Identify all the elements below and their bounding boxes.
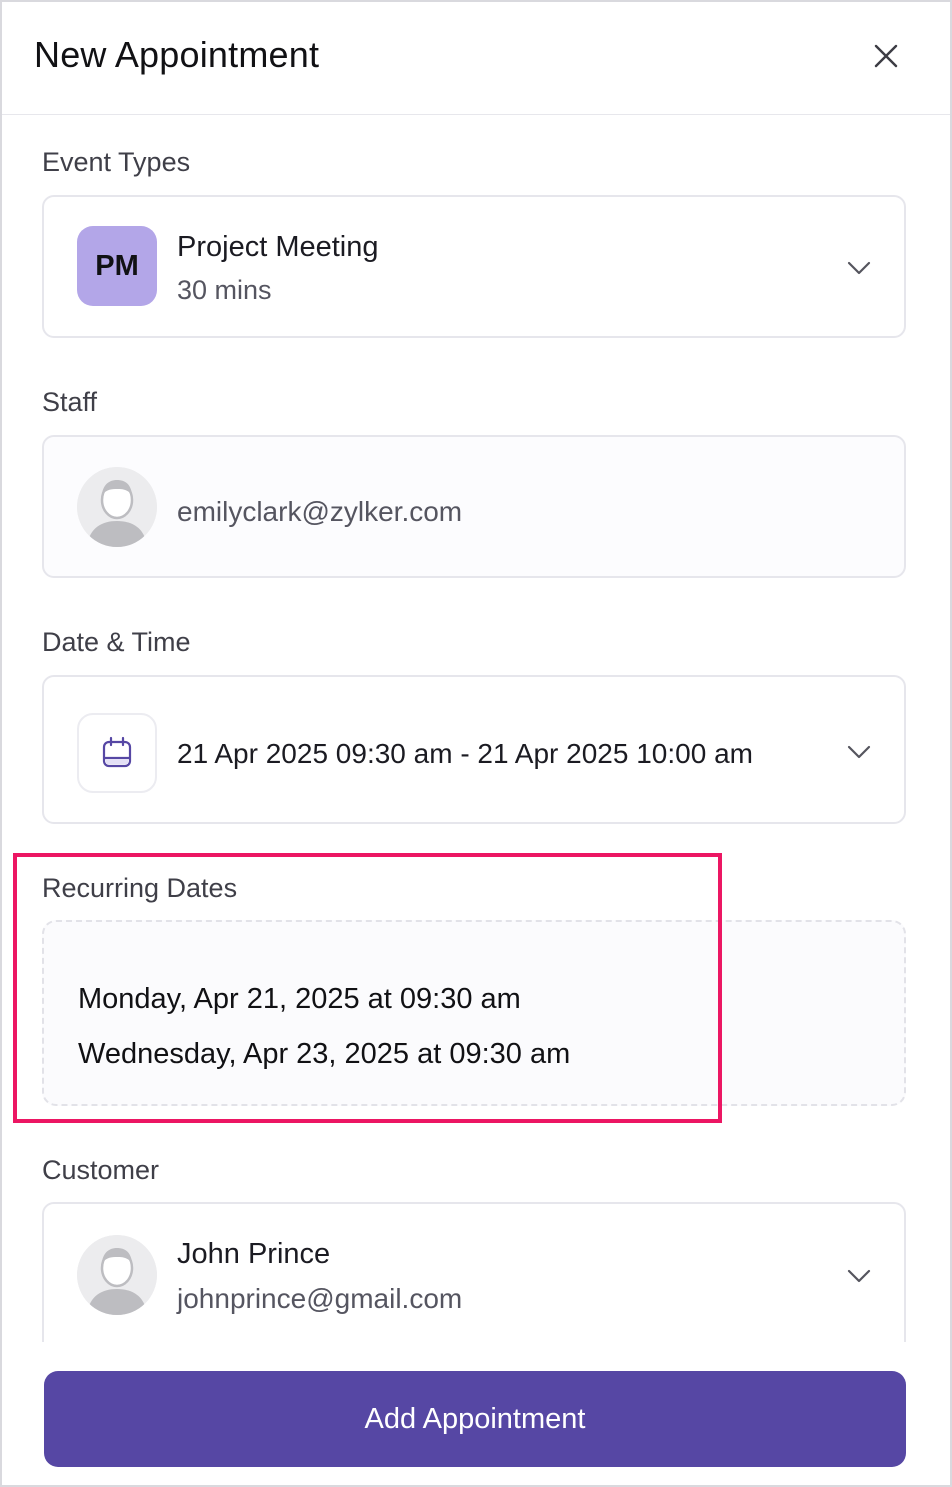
user-avatar-icon xyxy=(77,467,157,547)
recurring-dates-label: Recurring Dates xyxy=(42,873,238,903)
panel-header: New Appointment xyxy=(2,2,950,115)
new-appointment-panel: New Appointment Event Types PM Project M… xyxy=(0,0,952,1487)
event-type-dropdown-toggle[interactable] xyxy=(844,253,874,283)
recurring-date-item: Monday, Apr 21, 2025 at 09:30 am xyxy=(78,983,521,1015)
event-types-label: Event Types xyxy=(42,147,191,177)
date-time-select[interactable]: 21 Apr 2025 09:30 am - 21 Apr 2025 10:00… xyxy=(42,675,906,824)
date-time-label: Date & Time xyxy=(42,627,191,657)
calendar-button[interactable] xyxy=(77,713,157,793)
customer-dropdown-toggle[interactable] xyxy=(844,1261,874,1291)
close-icon xyxy=(874,44,898,68)
event-type-name: Project Meeting xyxy=(177,231,379,263)
staff-field[interactable]: emilyclark@zylker.com xyxy=(42,435,906,578)
staff-email: emilyclark@zylker.com xyxy=(177,496,463,527)
customer-select[interactable]: John Prince johnprince@gmail.com xyxy=(42,1202,906,1342)
recurring-date-item: Wednesday, Apr 23, 2025 at 09:30 am xyxy=(78,1038,571,1070)
customer-email: johnprince@gmail.com xyxy=(177,1283,463,1314)
customer-name: John Prince xyxy=(177,1238,331,1270)
page-title: New Appointment xyxy=(34,34,320,75)
date-time-dropdown-toggle[interactable] xyxy=(844,737,874,767)
staff-label: Staff xyxy=(42,387,98,417)
recurring-dates-list: Monday, Apr 21, 2025 at 09:30 am Wednesd… xyxy=(42,920,906,1106)
event-type-select[interactable]: PM Project Meeting 30 mins xyxy=(42,195,906,338)
staff-avatar xyxy=(77,467,157,547)
add-appointment-button[interactable]: Add Appointment xyxy=(44,1371,906,1467)
chevron-down-icon xyxy=(847,261,871,275)
date-time-value: 21 Apr 2025 09:30 am - 21 Apr 2025 10:00… xyxy=(177,738,753,769)
chevron-down-icon xyxy=(847,745,871,759)
chevron-down-icon xyxy=(847,1269,871,1283)
customer-field-viewport: John Prince johnprince@gmail.com xyxy=(42,1202,906,1342)
event-type-duration: 30 mins xyxy=(177,275,272,305)
customer-label: Customer xyxy=(42,1155,160,1185)
close-button[interactable] xyxy=(864,34,908,78)
customer-avatar xyxy=(77,1235,157,1315)
calendar-icon xyxy=(102,736,132,768)
user-avatar-icon xyxy=(77,1235,157,1315)
event-type-badge: PM xyxy=(77,226,157,306)
